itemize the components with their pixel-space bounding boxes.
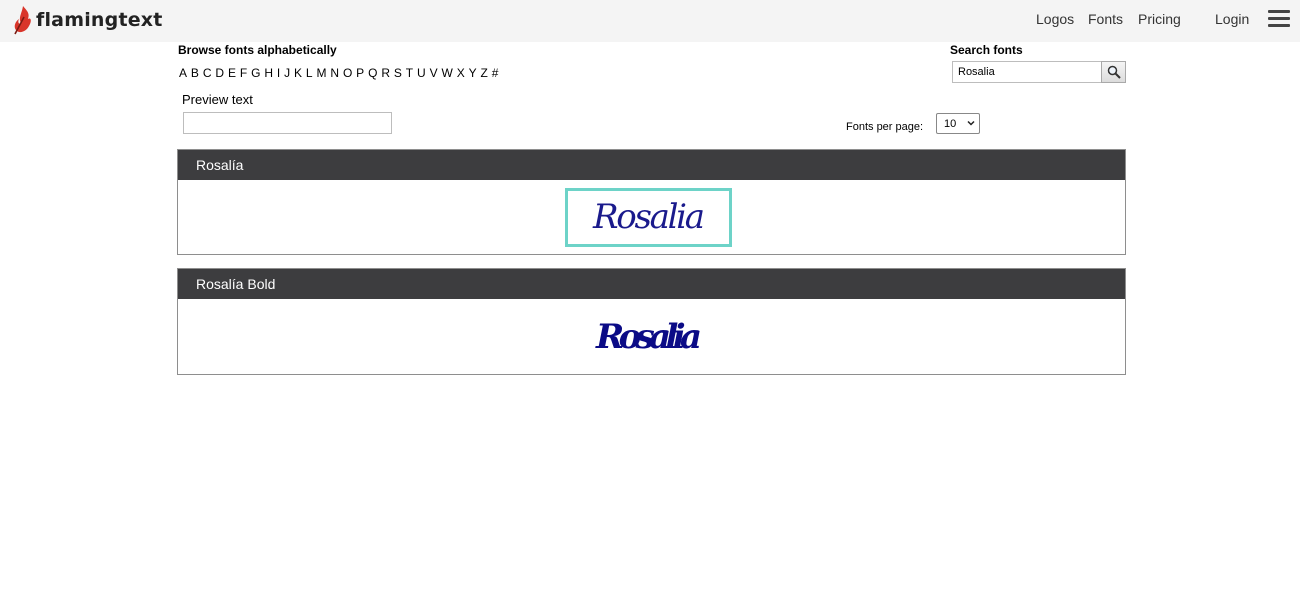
nav-pricing-link[interactable]: Pricing xyxy=(1138,11,1181,27)
font-name-header[interactable]: Rosalía xyxy=(178,150,1125,180)
letter-link-p[interactable]: P xyxy=(356,66,364,80)
chevron-down-icon xyxy=(967,120,975,126)
letter-link-d[interactable]: D xyxy=(215,66,224,80)
search-title: Search fonts xyxy=(950,43,1023,57)
letter-link-u[interactable]: U xyxy=(417,66,426,80)
letter-link-o[interactable]: O xyxy=(343,66,352,80)
logo-text: flamingtext xyxy=(36,9,163,31)
letter-link-x[interactable]: X xyxy=(457,66,465,80)
letter-link-b[interactable]: B xyxy=(191,66,199,80)
search-button[interactable] xyxy=(1101,61,1126,83)
rosalia-bold-sample-image: Rosalia xyxy=(595,317,702,357)
rosalia-sample-image: Rosalia xyxy=(592,197,705,237)
letter-link-hash[interactable]: # xyxy=(492,66,499,80)
letter-link-n[interactable]: N xyxy=(330,66,339,80)
browse-title: Browse fonts alphabetically xyxy=(178,43,337,57)
font-sample[interactable]: Rosalia xyxy=(565,307,732,366)
letter-link-j[interactable]: J xyxy=(284,66,290,80)
letter-link-y[interactable]: Y xyxy=(469,66,477,80)
fonts-per-page-label: Fonts per page: xyxy=(846,121,924,133)
letter-link-r[interactable]: R xyxy=(381,66,390,80)
rosalia-bold-sample-text: Rosalia xyxy=(595,317,702,357)
search-input[interactable] xyxy=(952,61,1102,83)
letter-link-m[interactable]: M xyxy=(316,66,326,80)
flamingtext-logo[interactable]: flamingtext xyxy=(11,5,163,35)
rosalia-sample-text: Rosalia xyxy=(592,197,705,237)
magnifier-icon xyxy=(1107,65,1121,79)
font-result-card[interactable]: Rosalía Rosalia xyxy=(177,149,1126,255)
top-bar: flamingtext Logos Fonts Pricing Login xyxy=(0,0,1300,42)
letter-link-t[interactable]: T xyxy=(406,66,413,80)
letter-link-z[interactable]: Z xyxy=(481,66,488,80)
letter-link-g[interactable]: G xyxy=(251,66,260,80)
letter-link-s[interactable]: S xyxy=(394,66,402,80)
letter-link-i[interactable]: I xyxy=(277,66,280,80)
fonts-per-page-value: 10 xyxy=(944,117,957,130)
font-sample-area: Rosalia xyxy=(178,180,1125,255)
font-result-card[interactable]: Rosalía Bold Rosalia xyxy=(177,268,1126,375)
flame-logo-icon xyxy=(14,6,31,35)
nav-login-link[interactable]: Login xyxy=(1215,11,1249,27)
hamburger-menu-icon[interactable] xyxy=(1268,10,1290,30)
fonts-per-page-select[interactable]: 10 xyxy=(936,113,980,134)
letter-link-f[interactable]: F xyxy=(240,66,247,80)
font-sample-selected[interactable]: Rosalia xyxy=(565,188,732,247)
nav-fonts-link[interactable]: Fonts xyxy=(1088,11,1123,27)
letter-link-k[interactable]: K xyxy=(294,66,302,80)
letter-link-h[interactable]: H xyxy=(264,66,273,80)
preview-text-label: Preview text xyxy=(182,92,253,107)
letter-link-l[interactable]: L xyxy=(306,66,313,80)
font-sample-area: Rosalia xyxy=(178,299,1125,374)
letter-link-q[interactable]: Q xyxy=(368,66,377,80)
font-name-header[interactable]: Rosalía Bold xyxy=(178,269,1125,299)
nav-logos-link[interactable]: Logos xyxy=(1036,11,1074,27)
preview-text-input[interactable] xyxy=(183,112,392,134)
letter-link-e[interactable]: E xyxy=(228,66,236,80)
alphabet-links: A B C D E F G H I J K L M N O P Q R S T … xyxy=(179,66,502,80)
letter-link-c[interactable]: C xyxy=(203,66,212,80)
letter-link-a[interactable]: A xyxy=(179,66,187,80)
letter-link-w[interactable]: W xyxy=(441,66,452,80)
letter-link-v[interactable]: V xyxy=(430,66,438,80)
